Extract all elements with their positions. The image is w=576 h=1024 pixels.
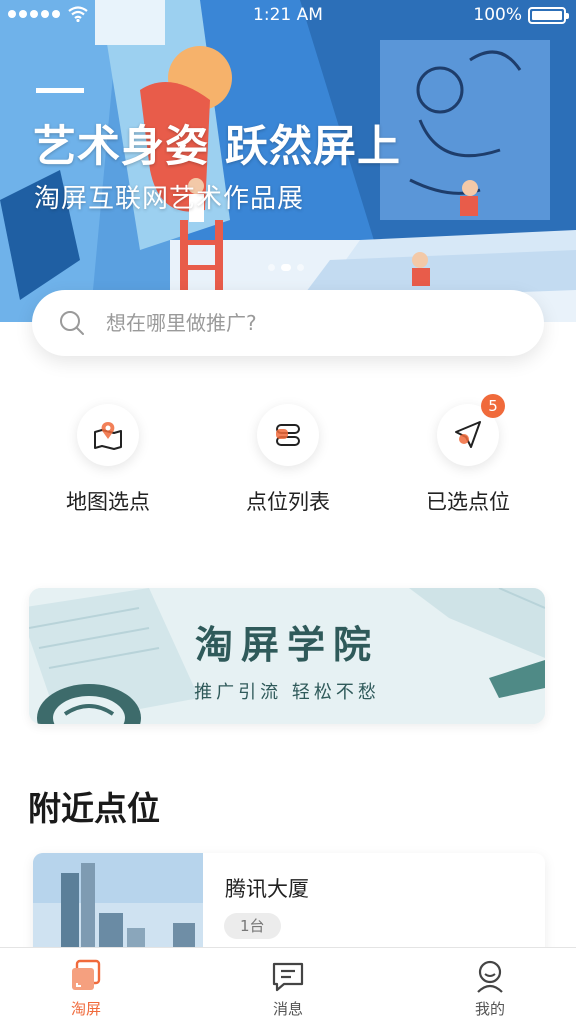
status-bar: 1:21 AM 100% [0,0,576,32]
battery-icon [528,6,569,24]
map-select-button[interactable]: 地图选点 [28,404,188,516]
pager-dot[interactable] [268,264,275,271]
nearby-section-title: 附近点位 [28,789,160,828]
tab-messages[interactable]: 消息 [228,958,348,1019]
quick-actions: 地图选点 点位列表 5 已选点位 [0,394,576,524]
hero-subtitle: 淘屏互联网艺术作品展 [34,184,305,214]
hero-title: 艺术身姿 跃然屏上 [33,122,401,172]
chat-icon [272,962,304,992]
search-input[interactable] [106,311,506,335]
bottom-tab-bar: 淘屏 消息 我的 [0,947,576,1024]
search-icon [60,311,84,335]
hero-accent-bar [36,88,84,93]
battery-level-fill [532,10,562,20]
academy-banner[interactable]: 淘屏学院 推广引流 轻松不愁 [29,588,545,724]
screens-icon [72,959,101,990]
pager-dot[interactable] [297,264,304,271]
user-icon [477,960,503,993]
tab-mine-label: 我的 [474,1000,505,1018]
point-list-icon-circle [257,404,319,466]
map-select-icon-circle [77,404,139,466]
tab-messages-label: 消息 [272,1000,303,1018]
selected-points-icon-circle: 5 [437,394,505,466]
hero-pager[interactable] [268,264,304,271]
search-bar[interactable] [32,290,544,356]
point-list-label: 点位列表 [246,490,330,514]
selected-count-badge: 5 [481,394,505,418]
academy-title: 淘屏学院 [194,622,379,667]
nearby-point-name: 腾讯大厦 [225,877,309,901]
pager-dot[interactable] [281,264,291,271]
tab-taoping[interactable]: 淘屏 [26,958,146,1019]
point-list-button[interactable]: 点位列表 [208,404,368,516]
tab-taoping-label: 淘屏 [70,1000,101,1018]
screen-count-tag: 1台 [224,913,281,939]
academy-subtitle: 推广引流 轻松不愁 [194,682,380,703]
send-icon [455,421,481,448]
tab-mine[interactable]: 我的 [430,958,550,1019]
selected-points-label: 已选点位 [426,490,510,514]
selected-points-button[interactable]: 5 已选点位 [388,394,548,516]
list-icon [276,424,300,446]
map-select-label: 地图选点 [66,490,150,514]
battery-percent: 100% [473,5,522,25]
hero-banner[interactable]: 1:21 AM 100% 艺术身姿 跃然屏上 淘屏互联网艺术作品展 [0,0,576,322]
map-pin-icon [94,422,122,450]
